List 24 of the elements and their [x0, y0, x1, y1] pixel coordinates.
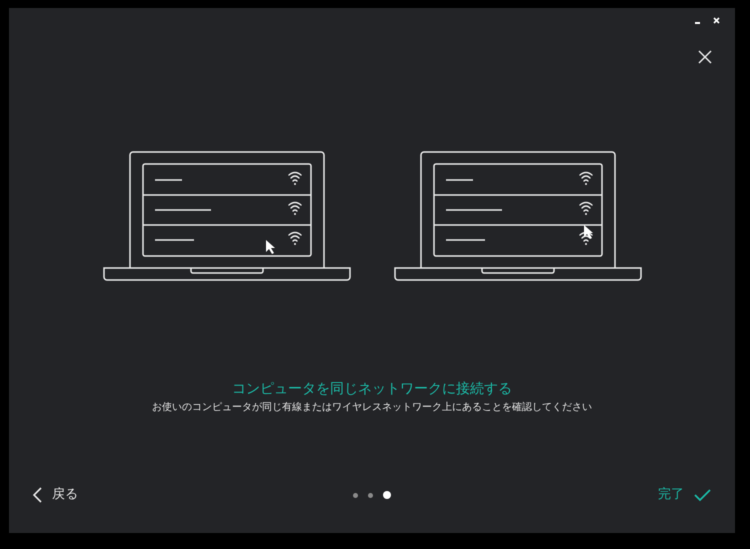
chevron-left-icon — [33, 487, 42, 503]
back-button[interactable]: 戻る — [33, 485, 133, 505]
name-line — [154, 239, 194, 241]
description: お使いのコンピュータが同じ有線またはワイヤレスネットワーク上にあることを確認してください — [152, 401, 592, 415]
minimize-icon — [694, 22, 700, 24]
close-icon — [698, 50, 712, 64]
name-line — [446, 179, 472, 181]
name-line — [446, 209, 502, 211]
cursor-icon — [266, 240, 274, 254]
wifi-icon — [578, 202, 592, 215]
name-line — [154, 209, 210, 211]
wifi-icon — [578, 232, 592, 245]
wifi-icon — [288, 172, 302, 185]
done-button[interactable]: 完了 — [658, 485, 711, 505]
name-line — [154, 179, 182, 181]
close-button[interactable] — [697, 49, 713, 65]
close-icon — [712, 16, 720, 24]
checkmark-icon — [694, 488, 711, 502]
wifi-icon — [288, 202, 302, 215]
heading: コンピュータを同じネットワークに接続する — [232, 380, 512, 398]
wifi-icon — [288, 232, 302, 245]
cursor-icon — [584, 225, 592, 239]
name-line — [446, 239, 484, 241]
wifi-icon — [578, 172, 592, 185]
